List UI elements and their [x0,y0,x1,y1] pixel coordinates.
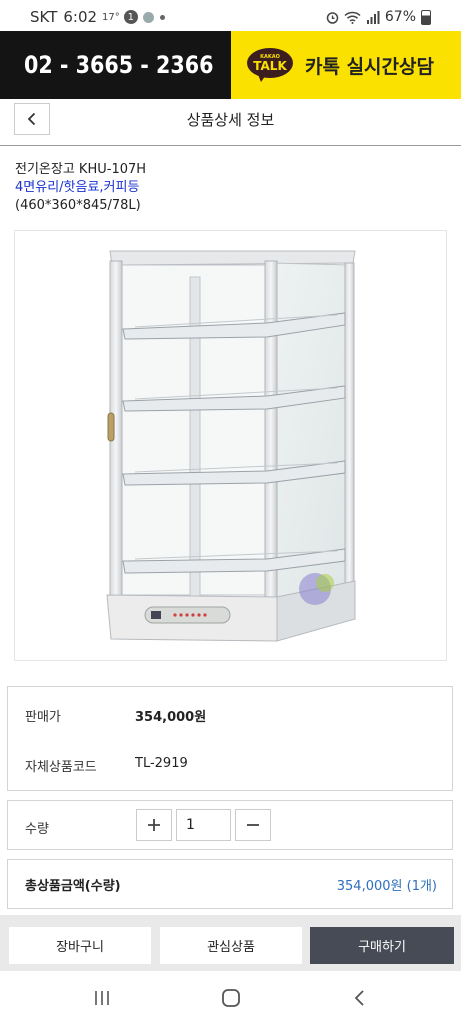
minus-icon [247,824,259,826]
product-description: 4면유리/핫음료,커피등 [15,180,140,195]
warmer-cabinet-image [106,250,356,642]
quantity-decrease-button[interactable] [235,809,271,841]
carrier-label: SKT [30,8,58,26]
chevron-left-icon [27,112,36,126]
quantity-input[interactable]: 1 [176,809,231,841]
page-title: 상품상세 정보 [186,111,275,129]
temperature: 17° [102,11,120,23]
signal-icon [366,10,380,24]
status-bar: SKT 6:02 17° 1 67% [0,0,461,34]
buy-now-button[interactable]: 구매하기 [310,927,454,964]
quantity-increase-button[interactable] [136,809,172,841]
product-size: (460*360*845/78L) [15,198,141,213]
price-label: 판매가 [25,710,61,725]
add-to-cart-button[interactable]: 장바구니 [9,927,151,964]
weather-icon [142,11,154,23]
battery-icon [421,9,431,25]
wifi-icon [344,11,361,24]
clock: 6:02 [63,8,98,26]
back-icon[interactable] [348,987,372,1009]
phone-banner[interactable]: 02 - 3665 - 2366 [0,31,231,99]
quantity-label: 수량 [25,822,49,837]
price-info-box: 판매가 354,000원 자체상품코드 TL-2919 [7,686,453,791]
product-code-label: 자체상품코드 [25,760,97,775]
product-image[interactable] [14,230,447,661]
contact-banner: 02 - 3665 - 2366 KAKAO TALK 카톡 실시간상담 [0,31,461,99]
product-name: 전기온장고 KHU-107H [15,162,147,177]
product-code-value: TL-2919 [135,756,188,771]
kakao-consult-label: 카톡 실시간상담 [305,55,434,78]
notification-badge: 1 [123,10,138,24]
total-value: 354,000원 (1개) [336,879,437,894]
kakao-talk-button[interactable]: KAKAO TALK 카톡 실시간상담 [231,31,461,99]
home-icon[interactable] [219,987,243,1009]
alarm-icon [326,11,339,24]
back-button[interactable] [14,103,50,135]
plus-icon [148,819,160,831]
kakao-talk-icon: KAKAO TALK [247,46,293,84]
system-nav-bar [0,971,461,1024]
product-info: 전기온장고 KHU-107H 4면유리/핫음료,커피등 (460*360*845… [15,161,146,215]
price-value: 354,000원 [135,710,207,725]
total-label: 총상품금액(수량) [25,879,121,894]
action-bar: 장바구니 관심상품 구매하기 [0,915,461,971]
kakao-talk-label: TALK [253,59,287,73]
total-price-box: 총상품금액(수량) 354,000원 (1개) [7,859,453,909]
recent-apps-icon[interactable] [90,987,114,1009]
wishlist-button[interactable]: 관심상품 [160,927,302,964]
phone-number: 02 - 3665 - 2366 [24,51,214,79]
more-notifications-icon [159,14,165,20]
battery-percent: 67% [384,9,416,25]
page-header: 상품상세 정보 [0,99,461,146]
quantity-box: 수량 1 [7,800,453,850]
